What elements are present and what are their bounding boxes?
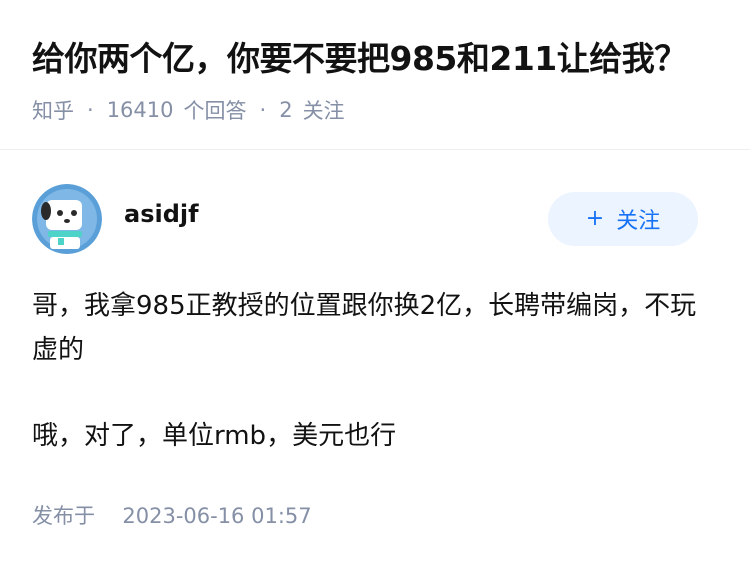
answer-count-label: 个回答 [183, 99, 247, 123]
follow-button[interactable]: + 关注 [548, 192, 698, 246]
published-timestamp: 2023-06-16 01:57 [122, 504, 312, 528]
published-label: 发布于 [32, 504, 95, 528]
follow-count-label: 关注 [302, 99, 345, 123]
follow-button-label: 关注 [616, 209, 661, 234]
plus-icon: + [585, 206, 605, 231]
zhihu-answer-card: 给你两个亿，你要不要把985和211让给我？ 知乎 · 16410 个回答 · … [0, 0, 750, 566]
answer-author: asidjf + 关注 [32, 184, 718, 254]
avatar[interactable] [32, 184, 102, 254]
answer-paragraph: 哥，我拿985正教授的位置跟你换2亿，长聘带编岗，不玩虚的 [32, 291, 697, 365]
follow-count: 2 [279, 98, 293, 122]
author-name[interactable]: asidjf [124, 200, 199, 228]
question-header: 给你两个亿，你要不要把985和211让给我？ 知乎 · 16410 个回答 · … [0, 0, 750, 150]
answer-content: 哥，我拿985正教授的位置跟你换2亿，长聘带编岗，不玩虚的 哦，对了，单位rmb… [32, 284, 722, 458]
question-meta: 知乎 · 16410 个回答 · 2 关注 [32, 92, 345, 128]
answer-count: 16410 [106, 98, 174, 122]
question-title[interactable]: 给你两个亿，你要不要把985和211让给我？ [32, 34, 687, 84]
separator-dot: · [259, 98, 267, 122]
published-time: 发布于 2023-06-16 01:57 [32, 500, 312, 530]
answer-paragraph: 哦，对了，单位rmb，美元也行 [32, 421, 397, 451]
cartoon-dog-avatar-icon [32, 184, 102, 254]
source-label[interactable]: 知乎 [32, 95, 74, 125]
separator-dot: · [87, 98, 94, 122]
